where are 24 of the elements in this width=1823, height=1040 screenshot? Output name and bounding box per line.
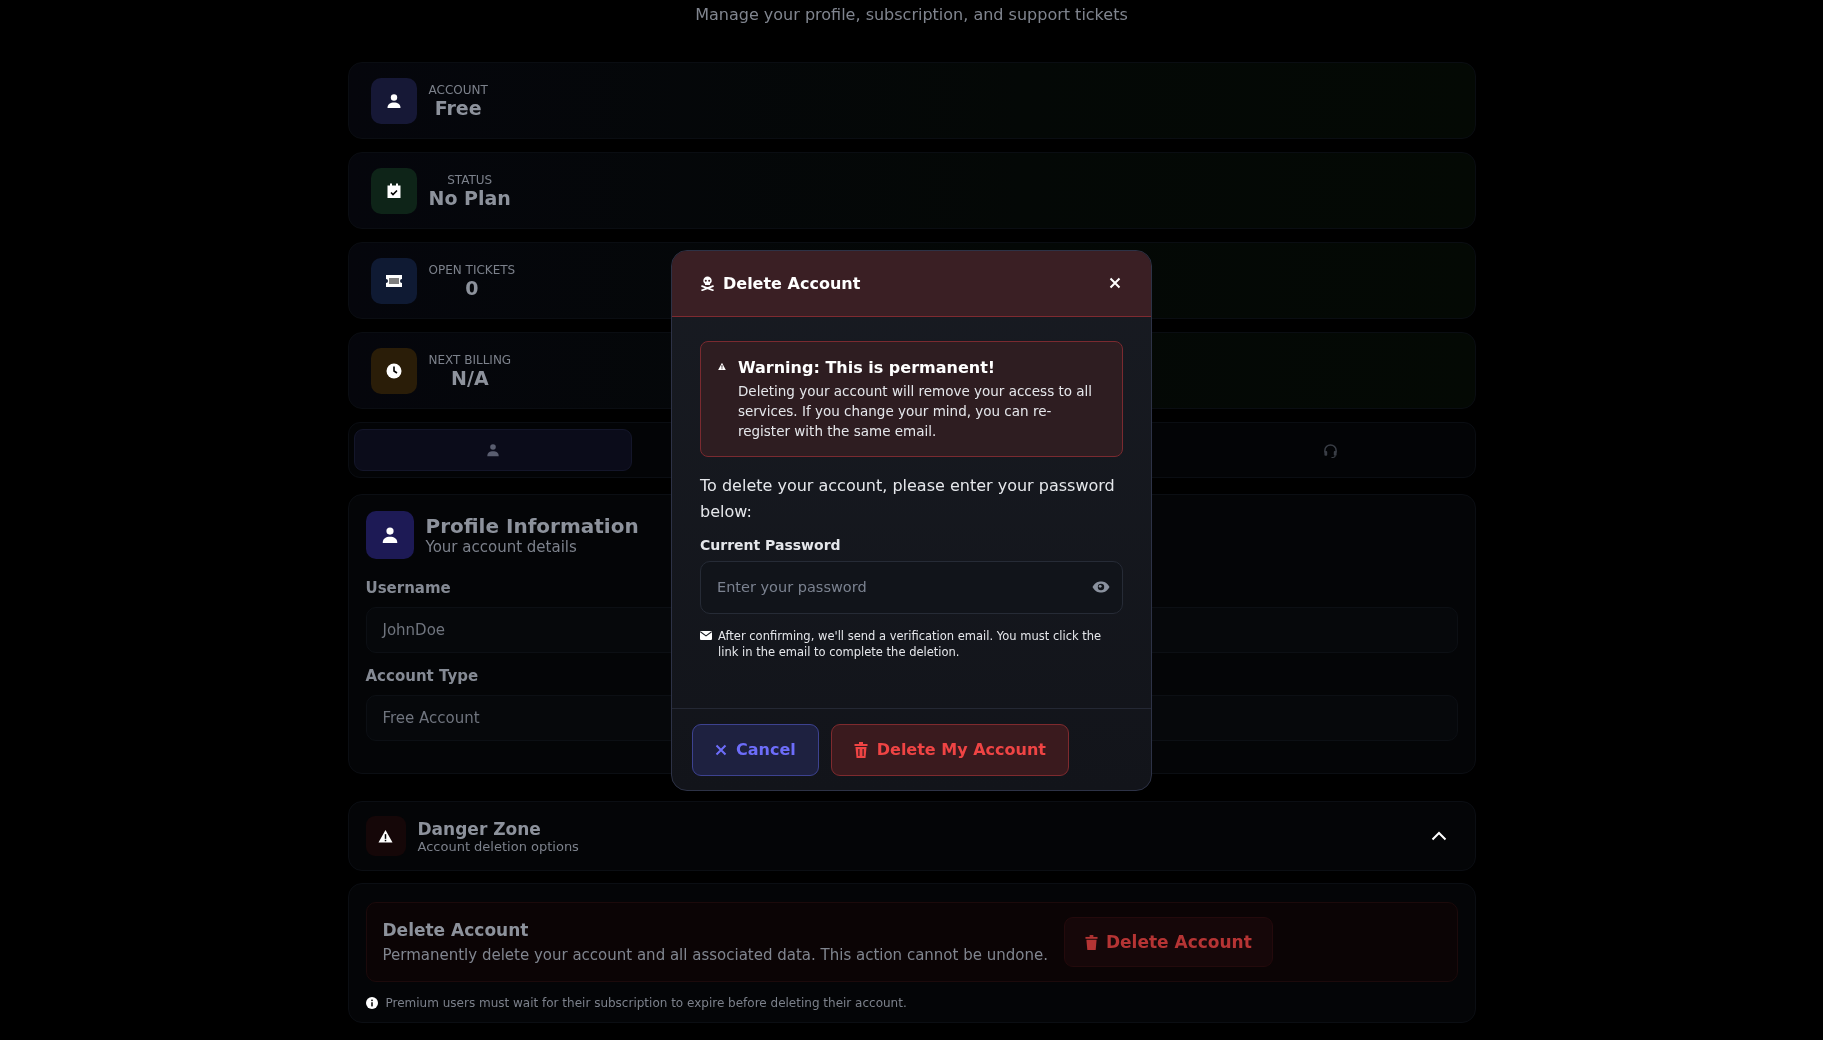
stat-value: 0: [465, 276, 479, 299]
field-label: Account Type: [365, 667, 479, 685]
warning-title: Warning: This is permanent!: [737, 357, 996, 377]
section-subtitle: Account deletion options: [417, 838, 579, 854]
note-text: Premium users must wait for their subscription to expire before deleting their account.: [385, 996, 907, 1010]
dialog-title: Delete Account: [723, 273, 862, 293]
stat-value: Free: [434, 96, 482, 119]
notice-text: After confirming, we'll send a verification email. You must click the link in the email to complete the deletion.: [718, 627, 1103, 660]
stat-value: N/A: [451, 366, 489, 389]
warning-text: Deleting your account will remove your access to all services. If you change your mind, you can re-register with the same email.: [737, 381, 1094, 441]
stat-value: No Plan: [428, 186, 511, 209]
stat-label: STATUS: [447, 172, 493, 187]
field-label: Current Password: [700, 536, 842, 553]
card-subtitle: Your account details: [425, 538, 577, 556]
section-title: Danger Zone: [417, 818, 541, 839]
card-title: Profile Information: [425, 514, 639, 538]
instruction-text: To delete your account, please enter your password below:: [700, 474, 1116, 523]
stat-label: OPEN TICKETS: [428, 262, 516, 277]
stat-label: NEXT BILLING: [428, 352, 512, 367]
card-description: Permanently delete your account and all associated data. This action cannot be undone.: [382, 946, 1048, 964]
stat-label: ACCOUNT: [428, 82, 488, 97]
page-subtitle: Manage your profile, subscription, and support tickets: [695, 4, 1128, 26]
field-label: Username: [365, 579, 451, 597]
card-title: Delete Account: [382, 920, 529, 940]
